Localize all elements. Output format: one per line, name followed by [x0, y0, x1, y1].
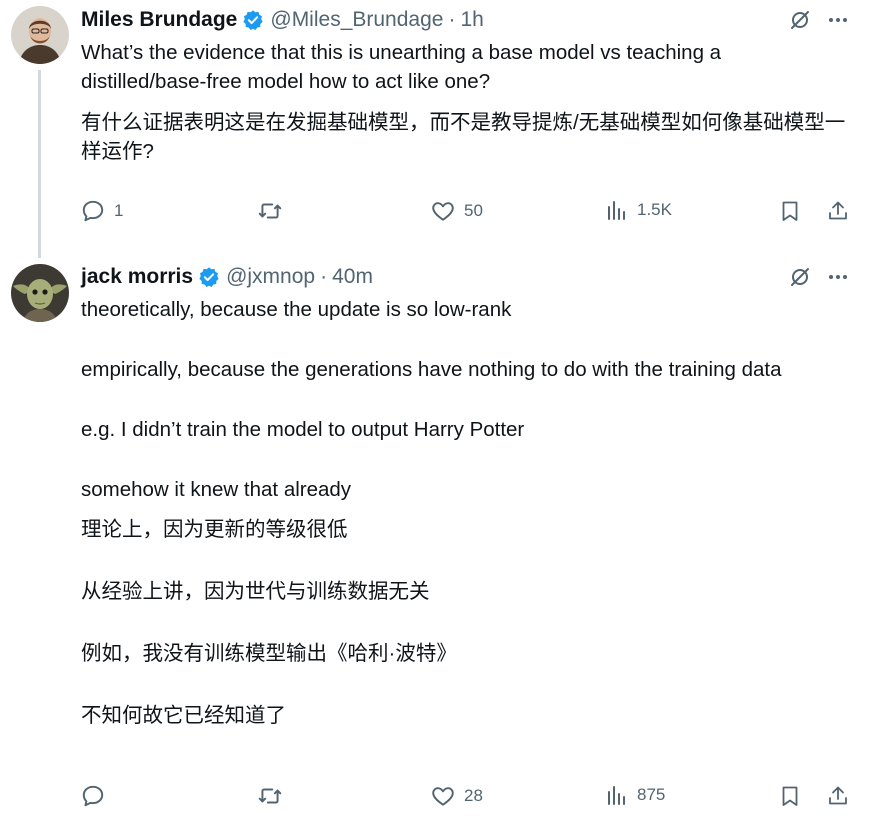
more-options-icon[interactable] [826, 265, 850, 294]
separator-dot: · [448, 8, 456, 31]
tweet-header: Miles Brundage @Miles_Brundage · 1h [81, 7, 484, 33]
tweet-text: What’s the evidence that this is unearth… [81, 38, 851, 166]
reply-icon [82, 200, 104, 222]
verified-badge-icon [198, 266, 220, 288]
timestamp[interactable]: 1h [460, 8, 483, 32]
tweet-paragraph: theoretically, because the update is so … [81, 298, 512, 321]
bookmark-icon [782, 201, 798, 221]
share-button[interactable] [826, 198, 850, 224]
bookmark-icon [782, 786, 798, 806]
tweet-actions: 1 50 1.5K [80, 198, 860, 228]
view-count: 875 [637, 785, 666, 804]
views-icon [608, 201, 625, 220]
share-icon [829, 786, 847, 805]
reply-button[interactable]: 1 [80, 198, 123, 224]
tweet-paragraph: e.g. I didn’t train the model to output … [81, 418, 525, 441]
tweet-paragraph: 例如，我没有训练模型输出《哈利·波特》 [81, 642, 457, 665]
view-count: 1.5K [637, 200, 672, 219]
like-count: 28 [464, 786, 483, 805]
avatar[interactable] [11, 264, 69, 322]
views-icon [608, 786, 625, 805]
author-name[interactable]: jack morris [81, 265, 193, 289]
grok-icon[interactable] [788, 265, 812, 294]
like-button[interactable]: 28 [430, 783, 483, 809]
tweet-paragraph: empirically, because the generations hav… [81, 358, 782, 381]
like-count: 50 [464, 201, 483, 220]
bookmark-button[interactable] [778, 783, 802, 809]
heart-icon [432, 787, 454, 806]
tweet-paragraph: 理论上，因为更新的等级很低 [81, 518, 348, 541]
grok-icon[interactable] [788, 8, 812, 37]
author-handle[interactable]: @jxmnop [226, 265, 315, 289]
reply-count: 1 [114, 201, 124, 220]
author-name[interactable]: Miles Brundage [81, 8, 237, 32]
share-button[interactable] [826, 783, 850, 809]
author-handle[interactable]: @Miles_Brundage [270, 8, 443, 32]
tweet-paragraph: 不知何故它已经知道了 [81, 704, 286, 727]
like-button[interactable]: 50 [430, 198, 483, 224]
timestamp[interactable]: 40m [332, 265, 373, 289]
bookmark-button[interactable] [778, 198, 802, 224]
views-button[interactable]: 1.5K [605, 198, 672, 222]
tweet-paragraph: somehow it knew that already [81, 478, 352, 501]
verified-badge-icon [242, 9, 264, 31]
views-button[interactable]: 875 [605, 783, 665, 807]
person-avatar-icon [11, 6, 69, 64]
reply-button[interactable] [80, 783, 114, 809]
tweet-jack-morris[interactable]: jack morris @jxmnop · 40m theoretically,… [0, 250, 870, 818]
more-options-icon[interactable] [826, 8, 850, 37]
thread-connector [38, 70, 41, 258]
separator-dot: · [320, 265, 328, 288]
yoda-avatar-icon [11, 264, 69, 322]
avatar[interactable] [11, 6, 69, 64]
tweet-text-en: What’s the evidence that this is unearth… [81, 41, 722, 93]
heart-icon [432, 202, 454, 221]
retweet-icon [258, 203, 282, 219]
retweet-button[interactable] [256, 783, 292, 809]
tweet-text: theoretically, because the update is so … [81, 295, 851, 730]
retweet-icon [258, 788, 282, 804]
tweet-text-zh: 有什么证据表明这是在发掘基础模型，而不是教导提炼/无基础模型如何像基础模型一样运… [81, 111, 846, 163]
tweet-header-actions [788, 265, 850, 294]
tweet-header: jack morris @jxmnop · 40m [81, 264, 373, 290]
tweet-actions: 28 875 [80, 783, 860, 813]
retweet-button[interactable] [256, 198, 292, 224]
reply-icon [82, 785, 104, 807]
tweet-paragraph: 从经验上讲，因为世代与训练数据无关 [81, 580, 430, 603]
tweet-miles-brundage[interactable]: Miles Brundage @Miles_Brundage · 1h What… [0, 0, 870, 258]
tweet-header-actions [788, 8, 850, 37]
share-icon [829, 201, 847, 220]
